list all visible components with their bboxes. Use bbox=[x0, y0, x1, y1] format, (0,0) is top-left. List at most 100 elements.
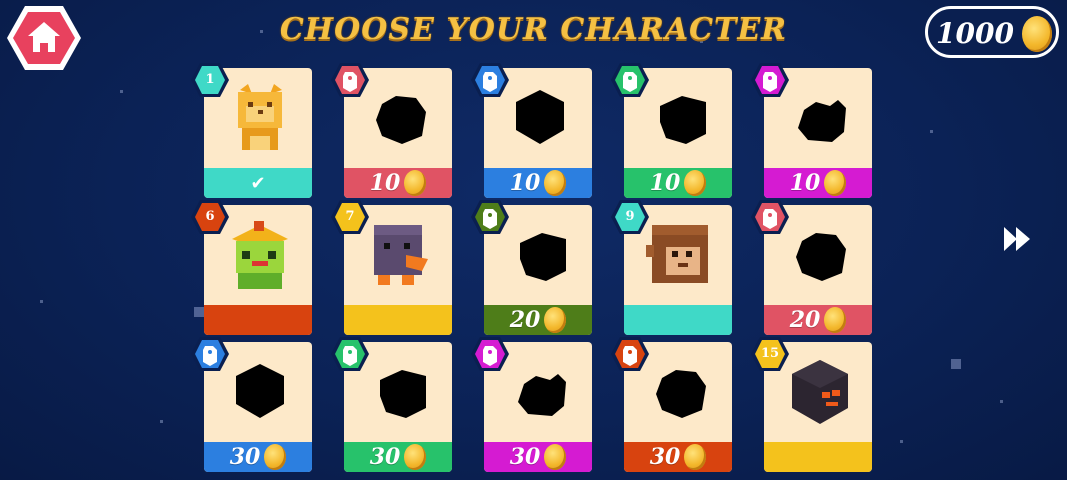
character-number-badge: 7 bbox=[330, 199, 370, 235]
character-card-5[interactable]: 10 bbox=[751, 63, 872, 198]
locked-character-silhouette bbox=[506, 80, 574, 156]
character-card-13[interactable]: 30 bbox=[471, 337, 592, 472]
character-card-2[interactable]: 10 bbox=[331, 63, 452, 198]
price-label: 20 bbox=[789, 307, 821, 333]
card-status-bar: 30 bbox=[344, 442, 452, 472]
card-status-bar: 30 bbox=[204, 442, 312, 472]
card-status-bar: 10 bbox=[344, 168, 452, 198]
character-number-badge: 15 bbox=[750, 336, 790, 372]
card-status-bar: 20 bbox=[484, 305, 592, 335]
fast-forward-icon bbox=[1004, 227, 1030, 251]
price-label: 30 bbox=[509, 444, 541, 470]
price-label: 20 bbox=[509, 307, 541, 333]
character-card-11[interactable]: 30 bbox=[191, 337, 312, 472]
cat-character bbox=[226, 80, 294, 156]
price-label: 30 bbox=[369, 444, 401, 470]
locked-badge bbox=[190, 336, 230, 372]
locked-character-silhouette bbox=[366, 354, 434, 430]
price-tag-icon bbox=[470, 199, 510, 235]
badge-number: 1 bbox=[205, 72, 215, 87]
card-status-bar: 10 bbox=[624, 168, 732, 198]
penguin-character bbox=[366, 217, 434, 293]
monkey-character bbox=[646, 217, 714, 293]
card-status-bar: 10 bbox=[764, 168, 872, 198]
character-number-badge: 1 bbox=[190, 62, 230, 98]
character-card-14[interactable]: 30 bbox=[611, 337, 732, 472]
coin-icon bbox=[684, 444, 707, 470]
locked-badge bbox=[330, 62, 370, 98]
star bbox=[160, 420, 163, 423]
character-card-12[interactable]: 30 bbox=[331, 337, 452, 472]
star bbox=[194, 307, 204, 317]
locked-character-silhouette bbox=[226, 354, 294, 430]
coin-icon bbox=[544, 444, 567, 470]
character-card-9[interactable]: 9 bbox=[611, 200, 732, 335]
locked-badge bbox=[750, 199, 790, 235]
coin-icon bbox=[404, 444, 427, 470]
price-tag-icon bbox=[750, 62, 790, 98]
locked-character-silhouette bbox=[646, 80, 714, 156]
coin-icon bbox=[264, 444, 287, 470]
badge-number: 9 bbox=[625, 209, 635, 224]
price-label: 30 bbox=[649, 444, 681, 470]
badge-number: 7 bbox=[345, 209, 355, 224]
price-tag-icon bbox=[750, 199, 790, 235]
price-label: 10 bbox=[789, 170, 821, 196]
locked-character-silhouette bbox=[506, 217, 574, 293]
next-page-button[interactable] bbox=[1003, 226, 1031, 252]
coin-icon bbox=[1022, 16, 1052, 52]
star bbox=[951, 359, 961, 369]
page-title: CHOOSE YOUR CHARACTER bbox=[279, 12, 788, 47]
character-card-3[interactable]: 10 bbox=[471, 63, 592, 198]
price-label: 10 bbox=[649, 170, 681, 196]
character-number-badge: 9 bbox=[610, 199, 650, 235]
locked-badge bbox=[470, 336, 510, 372]
badge-number: 6 bbox=[205, 209, 215, 224]
price-tag-icon bbox=[610, 62, 650, 98]
coin-icon bbox=[684, 170, 707, 196]
locked-character-silhouette bbox=[506, 354, 574, 430]
price-label: 10 bbox=[369, 170, 401, 196]
character-card-7[interactable]: 7 bbox=[331, 200, 452, 335]
coin-icon bbox=[824, 170, 847, 196]
star bbox=[900, 440, 903, 443]
character-card-8[interactable]: 20 bbox=[471, 200, 592, 335]
character-card-6[interactable]: 6 bbox=[191, 200, 312, 335]
card-status-bar: ✔ bbox=[204, 168, 312, 198]
coin-count: 1000 bbox=[936, 17, 1014, 50]
badge-number: 15 bbox=[760, 346, 780, 361]
locked-badge bbox=[470, 199, 510, 235]
star bbox=[930, 130, 933, 133]
coin-counter: 1000 bbox=[925, 6, 1059, 58]
character-grid: 1 ✔ 10 10 10 10 6 7 20 9 20 30 30 30 30 15 bbox=[191, 63, 874, 472]
character-card-10[interactable]: 20 bbox=[751, 200, 872, 335]
character-card-1[interactable]: 1 ✔ bbox=[191, 63, 312, 198]
cube-character bbox=[786, 354, 854, 430]
character-card-15[interactable]: 15 bbox=[751, 337, 872, 472]
price-tag-icon bbox=[330, 62, 370, 98]
price-tag-icon bbox=[330, 336, 370, 372]
card-status-bar bbox=[624, 305, 732, 335]
price-tag-icon bbox=[190, 336, 230, 372]
coin-icon bbox=[544, 170, 567, 196]
locked-badge bbox=[470, 62, 510, 98]
locked-badge bbox=[750, 62, 790, 98]
price-tag-icon bbox=[470, 336, 510, 372]
price-label: 10 bbox=[509, 170, 541, 196]
star bbox=[1000, 400, 1003, 403]
locked-badge bbox=[610, 62, 650, 98]
card-status-bar: 30 bbox=[484, 442, 592, 472]
locked-badge bbox=[330, 336, 370, 372]
character-card-4[interactable]: 10 bbox=[611, 63, 732, 198]
locked-character-silhouette bbox=[366, 80, 434, 156]
locked-character-silhouette bbox=[786, 80, 854, 156]
card-status-bar bbox=[204, 305, 312, 335]
coin-icon bbox=[824, 307, 847, 333]
card-status-bar bbox=[764, 442, 872, 472]
price-tag-icon bbox=[470, 62, 510, 98]
coin-icon bbox=[404, 170, 427, 196]
locked-character-silhouette bbox=[786, 217, 854, 293]
card-status-bar: 10 bbox=[484, 168, 592, 198]
card-status-bar bbox=[344, 305, 452, 335]
character-number-badge: 6 bbox=[190, 199, 230, 235]
